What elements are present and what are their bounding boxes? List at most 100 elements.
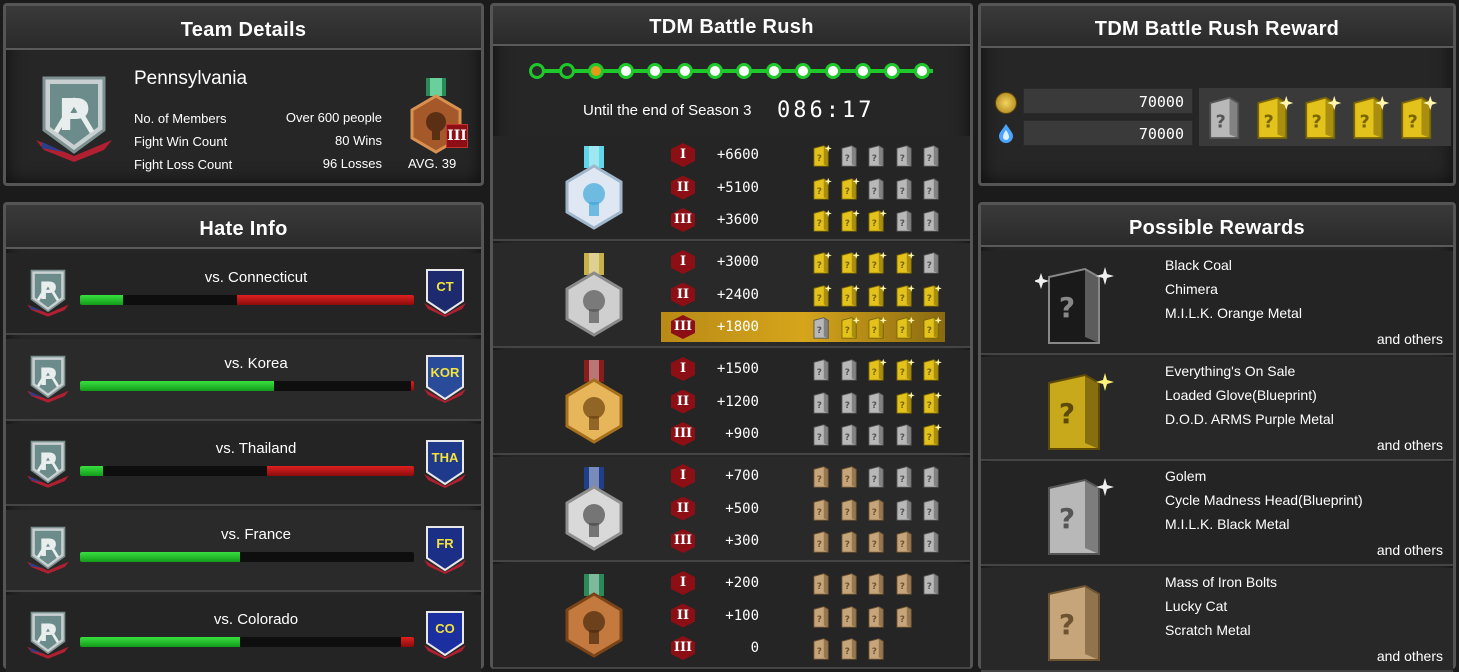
silver-box-icon: ? [866,390,888,415]
silver-box-icon: ? [921,497,943,522]
svg-text:?: ? [817,614,822,624]
progress-node [884,63,901,79]
reward-item-name: Loaded Glove(Blueprint) [1165,386,1317,403]
season-progress-track[interactable] [529,56,941,86]
svg-text:?: ? [872,540,877,550]
hate-row[interactable]: P vs. Colorado CO [6,595,481,672]
platinum-medal-icon [549,251,639,341]
svg-text:?: ? [899,507,904,517]
hate-bar-green [80,637,241,647]
svg-text:?: ? [872,261,877,271]
svg-text:?: ? [899,261,904,271]
reward-item-name: Chimera [1165,281,1218,297]
tier-row: I +3000 ? ? ? ? ? [661,247,945,277]
silver-box-icon: ? [866,422,888,447]
svg-text:?: ? [927,400,932,410]
silver-box-icon: ? [811,390,833,415]
tier-points: +3600 [716,212,759,228]
bronze-box-icon: ? [866,604,888,629]
svg-text:?: ? [1312,113,1322,133]
progress-node [588,63,605,79]
tier-badge: III [671,636,695,660]
tier-badge: III [671,529,695,553]
tier-badge: I [671,464,695,488]
svg-text:?: ? [899,293,904,303]
bronze-box-icon: ? [839,636,861,661]
reward-group[interactable]: ? Black Coal Chimera M.I.L.K. Orange Metal… [981,251,1453,355]
svg-text:?: ? [817,540,822,550]
team-emblem-icon: P [26,438,70,488]
reward-group[interactable]: ? Golem Cycle Madness Head(Blueprint) M.I.… [981,462,1453,566]
team-emblem: P [34,72,114,162]
svg-text:?: ? [1059,397,1075,430]
gem-value: 70000 [1138,125,1184,143]
hate-bar-green [80,295,124,305]
svg-text:?: ? [927,261,932,271]
svg-text:?: ? [927,186,932,196]
stat-label: Fight Win Count [134,134,228,149]
hate-row[interactable]: P vs. Korea KOR [6,338,481,421]
gold-box-icon: ? [894,250,916,275]
gold-box-icon: ? [839,315,861,340]
svg-text:?: ? [817,326,822,336]
svg-text:?: ? [817,475,822,485]
tier-row: III +900 ? ? ? ? ? [661,419,945,449]
opponent-emblem-text: FR [436,535,454,551]
bronze-box-icon: ? [811,529,833,554]
silver-box-icon: ? [839,390,861,415]
hate-row[interactable]: P vs. Connecticut CT [6,253,481,335]
gold-box-icon: ? [866,357,888,382]
hate-info-panel: Hate Info P vs. Connecticut CT P vs. Kor… [3,202,484,672]
tier-row: II +5100 ? ? ? ? ? [661,173,945,203]
silver-box-icon: ? [811,357,833,382]
svg-text:?: ? [1408,113,1418,133]
svg-text:?: ? [1059,502,1075,535]
svg-text:?: ? [872,326,877,336]
svg-text:?: ? [844,261,849,271]
tier-badge: II [671,603,695,628]
progress-node [765,63,782,79]
coin-icon [995,92,1017,114]
hate-row[interactable]: P vs. Thailand THA [6,424,481,506]
svg-text:?: ? [844,582,849,592]
bronze-box-icon: ? [839,529,861,554]
tier-row: I +6600 ? ? ? ? ? [661,140,945,170]
hate-bar-green [80,380,274,391]
svg-text:?: ? [872,154,877,164]
hate-bar [80,466,414,476]
svg-text:?: ? [899,582,904,592]
svg-text:?: ? [899,540,904,550]
tier-badge: III [671,315,695,339]
gold-box-icon: ? [921,283,943,308]
gold-box-icon: ? [1301,92,1343,142]
tier-row: II +2400 ? ? ? ? ? [661,280,945,310]
hate-bar-green [80,551,241,562]
rush-reward-panel: TDM Battle Rush Reward 70000 70000 ? ? ?… [978,3,1456,186]
silver-box-icon: ? [894,464,916,489]
svg-text:?: ? [817,293,822,303]
svg-text:?: ? [872,368,877,378]
reward-item-name: Lucky Cat [1165,597,1228,614]
progress-node [825,63,841,79]
hate-row[interactable]: P vs. France FR [6,509,481,592]
svg-text:?: ? [817,261,822,271]
silver-box-icon: ? [921,571,943,596]
svg-text:?: ? [844,614,849,624]
opponent-emblem-text: THA [431,450,459,465]
svg-text:?: ? [817,582,822,592]
svg-text:?: ? [872,647,877,657]
tier-points: +300 [725,533,759,549]
tier-row: I +200 ? ? ? ? ? [661,568,945,598]
tier-badge: I [671,357,695,381]
svg-text:?: ? [844,400,849,410]
reward-item-name: M.I.L.K. Orange Metal [1165,305,1302,321]
svg-text:?: ? [899,326,904,336]
hate-bar-green [80,466,104,476]
reward-group[interactable]: ? Mass of Iron Bolts Lucky Cat Scratch Met… [981,567,1453,672]
svg-text:?: ? [1059,608,1075,641]
reward-group[interactable]: ? Everything's On Sale Loaded Glove(Bluep… [981,356,1453,461]
tier-badge: III [671,208,695,232]
svg-text:?: ? [872,433,877,443]
gold-box-icon: ? [1253,92,1295,142]
svg-text:?: ? [927,293,932,303]
